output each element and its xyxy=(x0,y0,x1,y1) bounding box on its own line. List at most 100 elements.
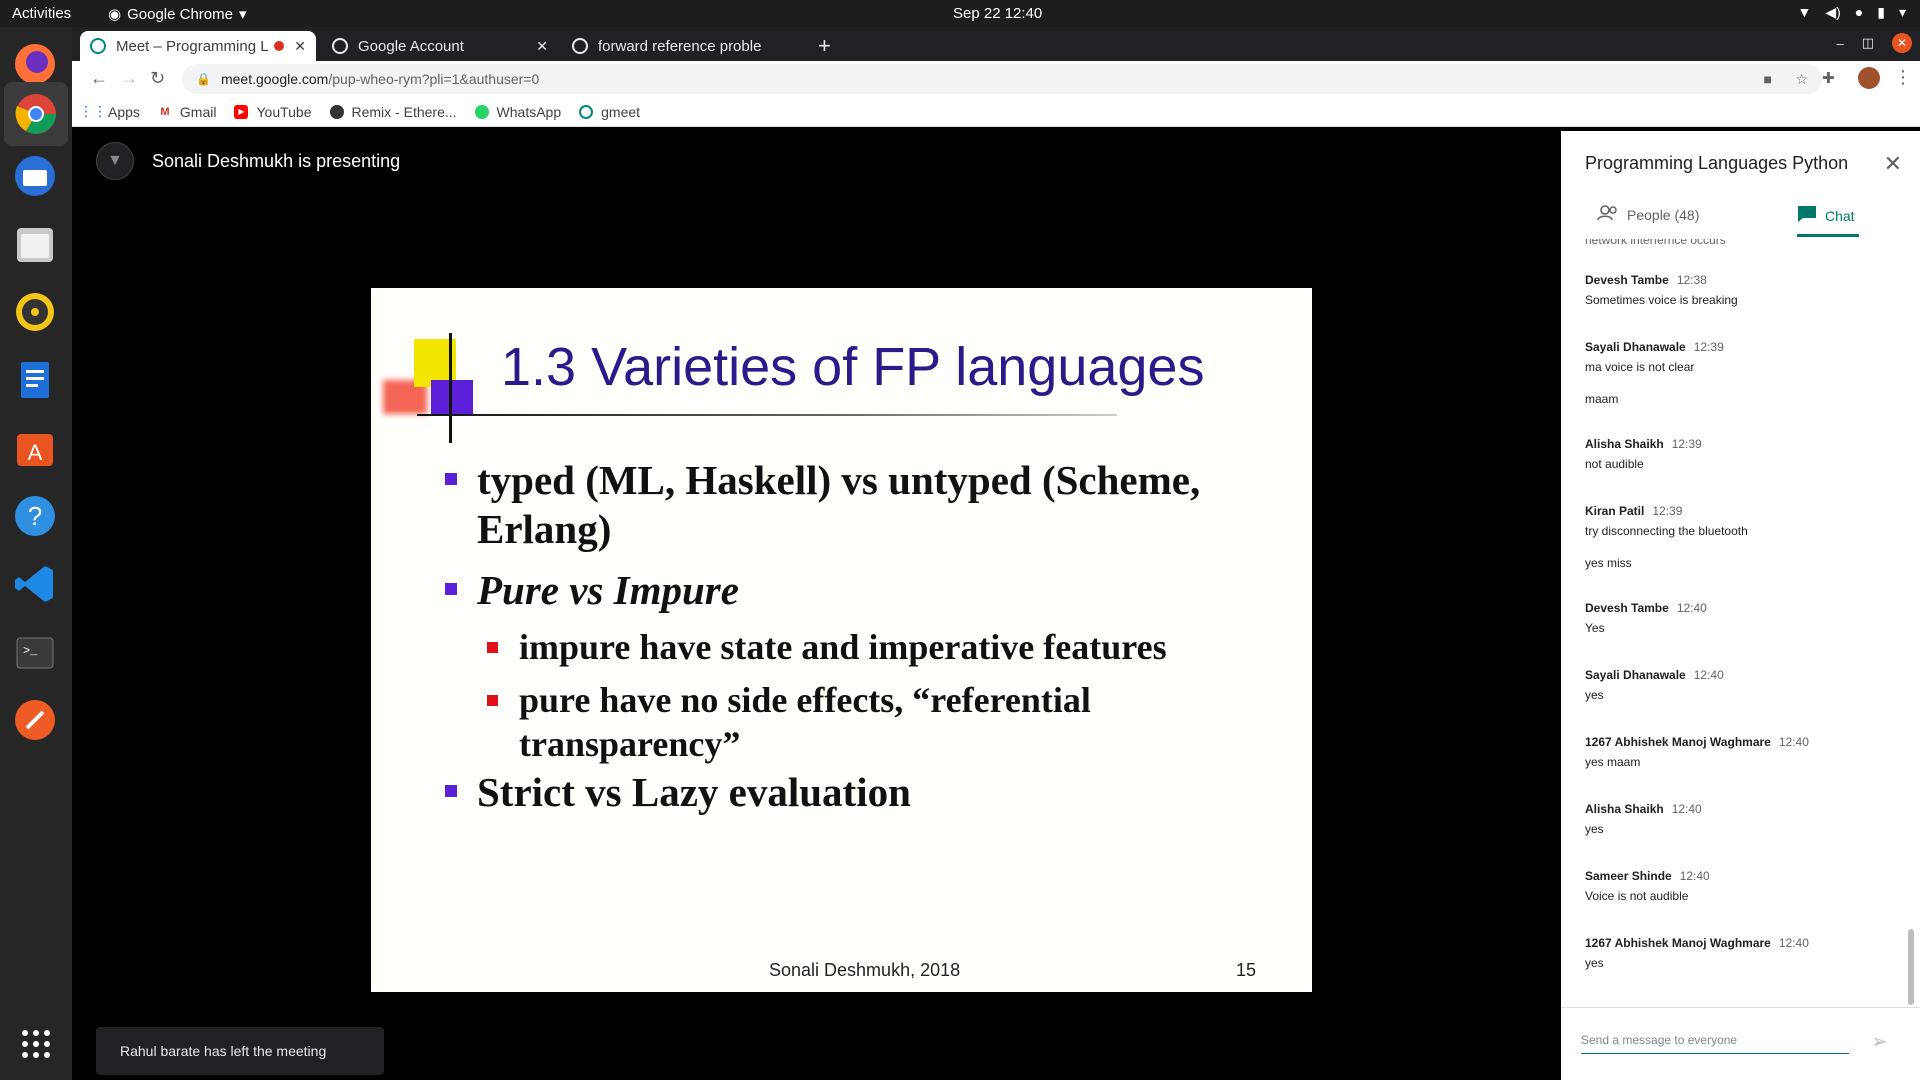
thunderbird-icon[interactable] xyxy=(10,151,60,201)
tab-label: People (48) xyxy=(1627,206,1700,223)
profile-avatar[interactable] xyxy=(1858,67,1880,89)
slide-sub-bullet: impure have state and imperative feature… xyxy=(487,623,1167,672)
battery-icon: ▮ xyxy=(1877,4,1885,20)
message-time: 12:40 xyxy=(1671,802,1702,816)
google-favicon-icon: . xyxy=(332,38,348,54)
back-arrow-icon[interactable]: ← xyxy=(90,68,108,89)
apps-grid-icon: ⋮⋮ xyxy=(79,103,107,119)
remix-icon xyxy=(329,104,344,119)
microphone-icon: ● xyxy=(1854,4,1864,20)
bookmark-whatsapp[interactable]: WhatsApp xyxy=(474,104,561,120)
message-sender: Devesh Tambe xyxy=(1585,601,1669,615)
bullet-square-icon xyxy=(445,473,457,485)
dock: A ? >_ xyxy=(0,27,72,1080)
chevron-down-icon: ▾ xyxy=(238,6,247,23)
chat-message: 1267 Abhishek Manoj Waghmare 12:40 yes ma… xyxy=(1585,735,1809,769)
bullet-square-icon xyxy=(445,785,457,797)
bookmarks-bar: ⋮⋮ Apps M Gmail ▶ YouTube Remix - Ethere… xyxy=(72,97,1920,127)
composer-divider xyxy=(1561,1007,1920,1008)
app-menu-label: Google Chrome xyxy=(127,5,233,23)
message-sender: Devesh Tambe xyxy=(1585,273,1669,287)
bullet-text: typed (ML, Haskell) vs untyped (Scheme, xyxy=(477,457,1201,503)
reload-icon[interactable]: ↻ xyxy=(150,68,165,89)
bullet-text: transparency” xyxy=(519,724,741,764)
presentation-slide: 1.3 Varieties of FP languages typed (ML,… xyxy=(371,288,1312,992)
bookmark-star-icon[interactable]: ☆ xyxy=(1795,71,1808,88)
message-text: yes miss xyxy=(1585,556,1632,570)
app-menu[interactable]: ◉ Google Chrome ▾ xyxy=(108,5,247,24)
chat-message-list[interactable]: network interfernce occurs Devesh Tambe 1… xyxy=(1561,239,1920,1003)
rhythmbox-icon[interactable] xyxy=(10,287,60,337)
tab-people[interactable]: People (48) xyxy=(1597,205,1699,224)
bookmark-label: YouTube xyxy=(256,103,312,120)
volume-icon: ◀) xyxy=(1825,4,1841,20)
forward-arrow-icon[interactable]: → xyxy=(120,68,138,89)
new-tab-button[interactable]: + xyxy=(808,31,838,61)
restore-icon[interactable]: ◫ xyxy=(1862,35,1874,51)
close-window-icon[interactable]: ✕ xyxy=(1892,33,1912,53)
bookmark-label: Remix - Ethere... xyxy=(351,103,457,120)
svg-text:>_: >_ xyxy=(23,644,38,658)
panel-title: Programming Languages Python xyxy=(1585,153,1849,173)
slide-bullet: Strict vs Lazy evaluation xyxy=(445,768,911,817)
help-icon[interactable]: ? xyxy=(10,491,60,541)
message-text: try disconnecting the bluetooth xyxy=(1585,524,1748,538)
close-panel-icon[interactable]: ✕ xyxy=(1884,151,1902,177)
chat-message: Sayali Dhanawale 12:39 ma voice is not cl… xyxy=(1585,340,1724,406)
window-controls: – ◫ ✕ xyxy=(1836,33,1912,53)
svg-text:A: A xyxy=(28,440,43,465)
chrome-icon[interactable] xyxy=(4,82,68,146)
chat-message: Kiran Patil 12:39 try disconnecting the b… xyxy=(1585,504,1748,570)
address-bar[interactable]: 🔒 meet.google.com /pup-wheo-rym?pli=1&au… xyxy=(182,64,1822,94)
tab-title: Google Account xyxy=(358,37,464,55)
writer-icon[interactable] xyxy=(10,355,60,405)
bullet-text: Strict vs Lazy evaluation xyxy=(477,769,911,815)
bookmark-gmail[interactable]: M Gmail xyxy=(158,104,216,120)
close-tab-icon[interactable]: ✕ xyxy=(294,38,306,55)
extensions-puzzle-icon[interactable]: ✚ xyxy=(1822,69,1835,87)
bookmark-gmeet[interactable]: gmeet xyxy=(579,104,640,120)
tab-title: forward reference proble xyxy=(598,37,762,55)
files-icon[interactable] xyxy=(10,219,60,269)
tab-chat[interactable]: Chat xyxy=(1797,205,1855,226)
chat-message-input[interactable]: Send a message to everyone xyxy=(1581,1033,1849,1054)
slide-decoration xyxy=(449,333,452,443)
bookmark-youtube[interactable]: ▶ YouTube xyxy=(234,103,312,120)
message-text: Sometimes voice is breaking xyxy=(1585,293,1738,307)
chat-scrollbar[interactable] xyxy=(1908,929,1914,1005)
tab-google-account[interactable]: . Google Account ✕ xyxy=(322,31,558,61)
postman-icon[interactable] xyxy=(10,695,60,745)
tab-meet[interactable]: . Meet – Programming L ✕ xyxy=(80,31,316,61)
message-text: yes maam xyxy=(1585,755,1641,769)
bullet-square-icon xyxy=(487,642,498,653)
wifi-icon: ▼ xyxy=(1797,4,1812,20)
message-sender: Alisha Shaikh xyxy=(1585,437,1664,451)
system-tray[interactable]: ▼ ◀) ● ▮ ▾ xyxy=(1797,4,1906,21)
bookmark-apps[interactable]: ⋮⋮ Apps xyxy=(79,103,140,120)
software-center-icon[interactable]: A xyxy=(10,423,60,473)
slide-decoration xyxy=(431,380,473,414)
bookmark-remix[interactable]: Remix - Ethere... xyxy=(329,103,457,120)
terminal-icon[interactable]: >_ xyxy=(10,627,60,677)
message-text: maam xyxy=(1585,392,1619,406)
send-icon[interactable]: ➢ xyxy=(1871,1029,1888,1054)
more-menu-icon[interactable]: ⋮ xyxy=(1894,67,1912,88)
vscode-icon[interactable] xyxy=(10,559,60,609)
slide-page-number: 15 xyxy=(1236,960,1257,980)
bullet-text: pure have no side effects, “referential xyxy=(519,680,1091,720)
chevron-down-icon: ▾ xyxy=(1898,4,1906,20)
url-host: meet.google.com xyxy=(220,71,329,87)
close-tab-icon[interactable]: ✕ xyxy=(536,38,548,55)
people-icon xyxy=(1597,205,1619,224)
svg-text:?: ? xyxy=(28,501,42,531)
lock-icon[interactable]: 🔒 xyxy=(196,72,211,86)
clock[interactable]: Sep 22 12:40 xyxy=(953,5,1042,22)
tab-forward-reference[interactable]: . forward reference proble xyxy=(562,31,798,61)
camera-icon[interactable]: ■ xyxy=(1764,71,1772,87)
activities-button[interactable]: Activities xyxy=(12,5,71,22)
message-time: 12:38 xyxy=(1676,273,1707,287)
show-applications-icon[interactable] xyxy=(20,1028,52,1065)
message-sender: Sameer Shinde xyxy=(1585,869,1672,883)
slide-bullet: typed (ML, Haskell) vs untyped (Scheme, xyxy=(445,456,1201,505)
minimize-icon[interactable]: – xyxy=(1836,36,1843,51)
